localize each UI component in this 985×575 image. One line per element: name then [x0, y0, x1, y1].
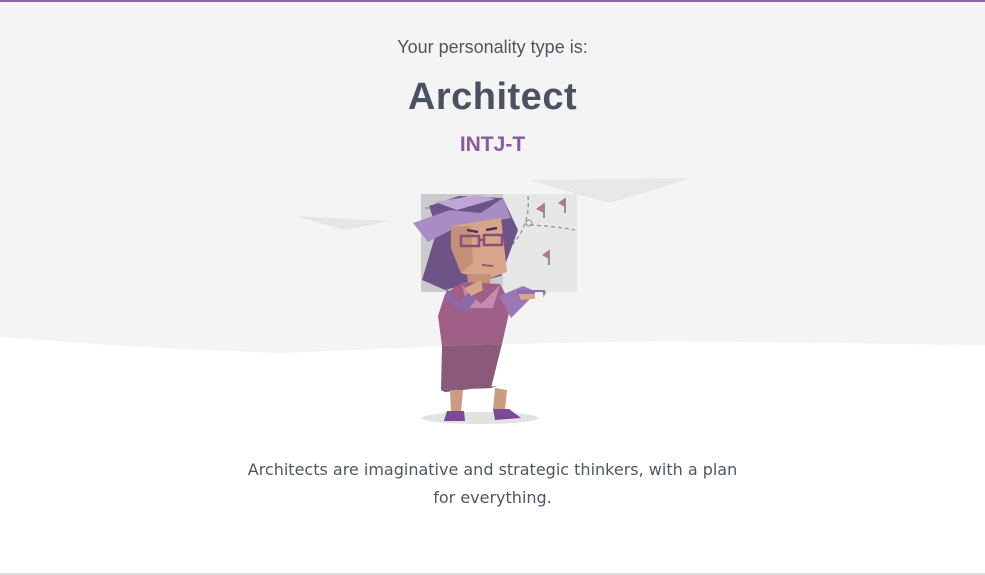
personality-type-code: INTJ-T: [459, 133, 526, 156]
architect-character-icon: [295, 178, 692, 424]
result-intro-text: Your personality type is:: [397, 37, 588, 57]
personality-type-description: Architects are imaginative and strategic…: [247, 460, 738, 507]
personality-type-title: Architect: [407, 76, 578, 118]
